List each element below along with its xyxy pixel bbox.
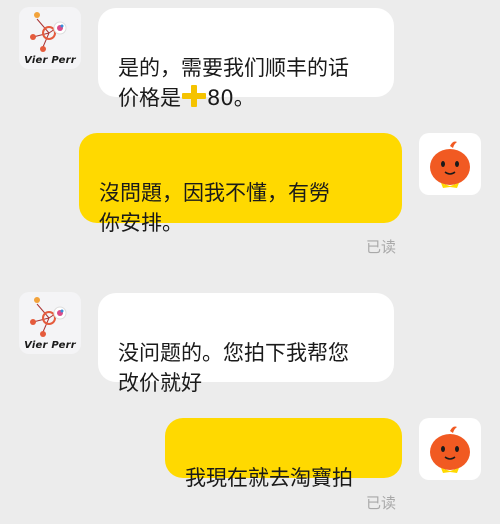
message-bubble-incoming[interactable]: 是的，需要我们顺丰的话 价格是 80。 [98, 8, 394, 110]
message-text: 沒問題，因我不懂，有勞 你安排。 [99, 181, 330, 235]
message-text: 没问题的。您拍下我帮您 改价就好 [118, 341, 349, 395]
message-text: 我現在就去淘寶拍 [185, 466, 353, 490]
chat-thread: Vier Perr 是的，需要我们顺丰的话 价格是 80。 沒問題，因我不懂，有勞… [0, 0, 500, 524]
shop-avatar[interactable]: Vier Perr [19, 292, 81, 354]
shop-logo-text: Vier Perr [24, 55, 76, 66]
user-avatar[interactable] [419, 418, 481, 480]
message-bubble-outgoing[interactable]: 我現在就去淘寶拍 [165, 418, 402, 490]
message-price-text: 80。 [207, 86, 255, 110]
message-bubble-outgoing[interactable]: 沒問題，因我不懂，有勞 你安排。 [79, 133, 402, 235]
shop-logo-text: Vier Perr [24, 340, 76, 351]
shop-avatar[interactable]: Vier Perr [19, 7, 81, 69]
read-status: 已读 [366, 494, 397, 512]
user-avatar[interactable] [419, 133, 481, 195]
read-status: 已读 [366, 238, 397, 256]
mascot-avatar-icon [430, 426, 470, 473]
plus-icon [182, 85, 206, 107]
mascot-avatar-icon [430, 141, 470, 188]
message-bubble-incoming[interactable]: 没问题的。您拍下我帮您 改价就好 [98, 293, 394, 395]
